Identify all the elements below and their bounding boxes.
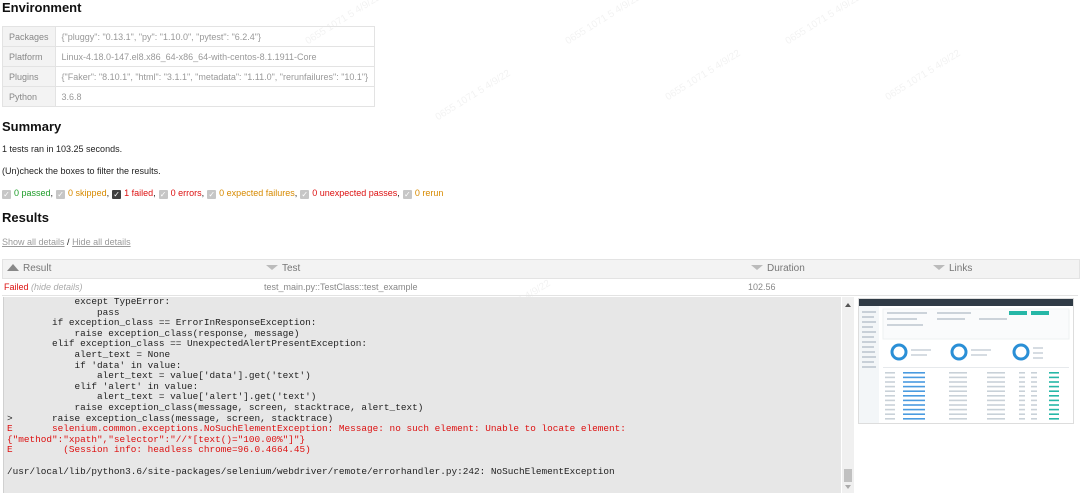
environment-value: Linux-4.18.0-147.el8.x86_64-x86_64-with-…	[54, 46, 376, 67]
filter-separator: ,	[397, 188, 400, 198]
filter-xpass[interactable]: ✓ 0 unexpected passes	[300, 188, 398, 199]
filter-separator: ,	[50, 188, 54, 198]
column-result-label: Result	[23, 263, 52, 274]
filter-separator: ,	[201, 188, 205, 198]
watermark: 0655 1071 5 4/9/22	[783, 0, 863, 48]
hide-details-link[interactable]: (hide details)	[31, 282, 83, 292]
log-line: if exception_class == ErrorInResponseExc…	[7, 317, 317, 329]
filter-checkbox[interactable]: ✓	[158, 190, 168, 199]
sort-descending-icon	[933, 265, 945, 270]
column-links[interactable]: Links	[933, 260, 972, 278]
column-duration-label: Duration	[767, 263, 805, 274]
log-line: alert_text = value['alert'].get('text')	[7, 391, 317, 403]
filter-separator: ,	[153, 188, 156, 198]
sort-ascending-icon	[7, 264, 19, 271]
filter-label: 0 rerun	[414, 188, 444, 198]
environment-key: Platform	[2, 46, 56, 67]
column-duration[interactable]: Duration	[751, 260, 805, 278]
log-line: pass	[7, 306, 120, 318]
summary-run-text: 1 tests ran in 103.25 seconds.	[2, 144, 123, 154]
failure-screenshot-thumbnail[interactable]	[858, 298, 1074, 424]
environment-key: Python	[2, 86, 56, 107]
filter-label: 0 errors	[170, 188, 202, 198]
log-line: raise exception_class(response, message)	[7, 327, 300, 339]
log-line: elif exception_class == UnexpectedAlertP…	[7, 338, 368, 350]
filter-passed[interactable]: ✓ 0 passed	[2, 188, 51, 199]
watermark: 0655 1071 5 4/9/22	[433, 67, 513, 124]
watermark: 0655 1071 5 4/9/22	[883, 47, 963, 104]
filter-checkbox[interactable]: ✓	[207, 190, 217, 199]
log-line: alert_text = value['data'].get('text')	[7, 370, 311, 382]
scroll-down-icon[interactable]	[845, 485, 851, 489]
log-line: alert_text = None	[7, 348, 171, 360]
result-row[interactable]: Failed (hide details) test_main.py::Test…	[2, 279, 1078, 296]
log-line: raise exception_class(message, screen, s…	[7, 401, 424, 413]
filter-errors[interactable]: ✓ 0 errors	[158, 188, 202, 199]
filter-xfail[interactable]: ✓ 0 expected failures	[207, 188, 295, 199]
environment-value: {"Faker": "8.10.1", "html": "3.1.1", "me…	[54, 66, 376, 87]
screenshot-image	[859, 299, 1073, 423]
results-heading: Results	[2, 210, 49, 225]
filter-separator: ,	[106, 188, 110, 198]
filter-label: 1 failed	[124, 188, 154, 198]
filter-failed[interactable]: ✓ 1 failed	[112, 188, 154, 199]
filter-label: 0 passed	[14, 188, 51, 198]
show-all-details-link[interactable]: Show all details	[2, 237, 65, 247]
log-line: if 'data' in value:	[7, 359, 182, 371]
result-test-name: test_main.py::TestClass::test_example	[264, 282, 418, 292]
filter-label: 0 skipped	[68, 188, 107, 198]
environment-row: Plugins {"Faker": "8.10.1", "html": "3.1.…	[2, 66, 376, 87]
filter-skipped[interactable]: ✓ 0 skipped	[56, 188, 107, 199]
filter-label: 0 expected failures	[219, 188, 295, 198]
log-scrollbar[interactable]	[842, 297, 854, 493]
watermark: 0655 1071 5 4/9/22	[563, 0, 643, 48]
filter-checkbox[interactable]: ✓	[112, 190, 122, 199]
details-links: Show all details / Hide all details	[2, 237, 131, 247]
column-test-label: Test	[282, 263, 301, 274]
details-links-divider: /	[64, 237, 73, 247]
result-status-cell: Failed (hide details)	[4, 279, 83, 295]
environment-heading: Environment	[2, 0, 82, 15]
filter-rerun[interactable]: ✓ 0 rerun	[402, 188, 444, 199]
log-output[interactable]: except TypeError: pass if exception_clas…	[3, 297, 841, 493]
column-test[interactable]: Test	[266, 260, 300, 278]
log-line: /usr/local/lib/python3.6/site-packages/s…	[7, 465, 615, 477]
sort-descending-icon	[266, 265, 278, 270]
summary-filter-hint: (Un)check the boxes to filter the result…	[2, 166, 161, 176]
environment-key: Plugins	[2, 66, 56, 87]
scrollbar-thumb[interactable]	[844, 469, 852, 482]
log-text: except TypeError: pass if exception_clas…	[7, 297, 626, 477]
environment-key: Packages	[2, 26, 56, 47]
log-error-line: E (Session info: headless chrome=96.0.46…	[7, 444, 311, 456]
result-duration: 102.56	[748, 282, 776, 292]
watermark: 0655 1071 5 4/9/22	[663, 47, 743, 104]
summary-heading: Summary	[2, 119, 62, 134]
sort-descending-icon	[751, 265, 763, 270]
filter-checkbox[interactable]: ✓	[402, 190, 412, 199]
summary-filters: ✓ 0 passed, ✓ 0 skipped, ✓ 1 failed, ✓ 0 errors…	[2, 188, 443, 199]
filter-checkbox[interactable]: ✓	[56, 190, 66, 199]
filter-checkbox[interactable]: ✓	[300, 190, 310, 199]
log-error-line: {"method":"xpath","selector":"//*[text()…	[7, 433, 306, 445]
filter-separator: ,	[294, 188, 298, 198]
environment-row: Python 3.6.8	[2, 86, 376, 107]
environment-row: Platform Linux-4.18.0-147.el8.x86_64-x86_…	[2, 46, 376, 67]
environment-table: Packages {"pluggy": "0.13.1", "py": "1.10…	[2, 26, 376, 107]
environment-value: 3.6.8	[54, 86, 376, 107]
column-links-label: Links	[949, 263, 973, 274]
environment-value: {"pluggy": "0.13.1", "py": "1.10.0", "py…	[54, 26, 376, 47]
hide-all-details-link[interactable]: Hide all details	[72, 237, 131, 247]
filter-label: 0 unexpected passes	[312, 188, 398, 198]
log-line: except TypeError:	[7, 297, 171, 307]
log-error-line: E selenium.common.exceptions.NoSuchEleme…	[7, 423, 626, 435]
column-result[interactable]: Result	[7, 260, 51, 278]
results-table-header: Result Test Duration Links	[2, 259, 1080, 279]
result-status: Failed	[4, 282, 29, 292]
filter-checkbox[interactable]: ✓	[2, 190, 11, 199]
log-line: elif 'alert' in value:	[7, 380, 199, 392]
environment-row: Packages {"pluggy": "0.13.1", "py": "1.10…	[2, 26, 376, 47]
scroll-up-icon[interactable]	[845, 303, 851, 307]
log-line: > raise exception_class(message, screen,…	[7, 412, 334, 424]
